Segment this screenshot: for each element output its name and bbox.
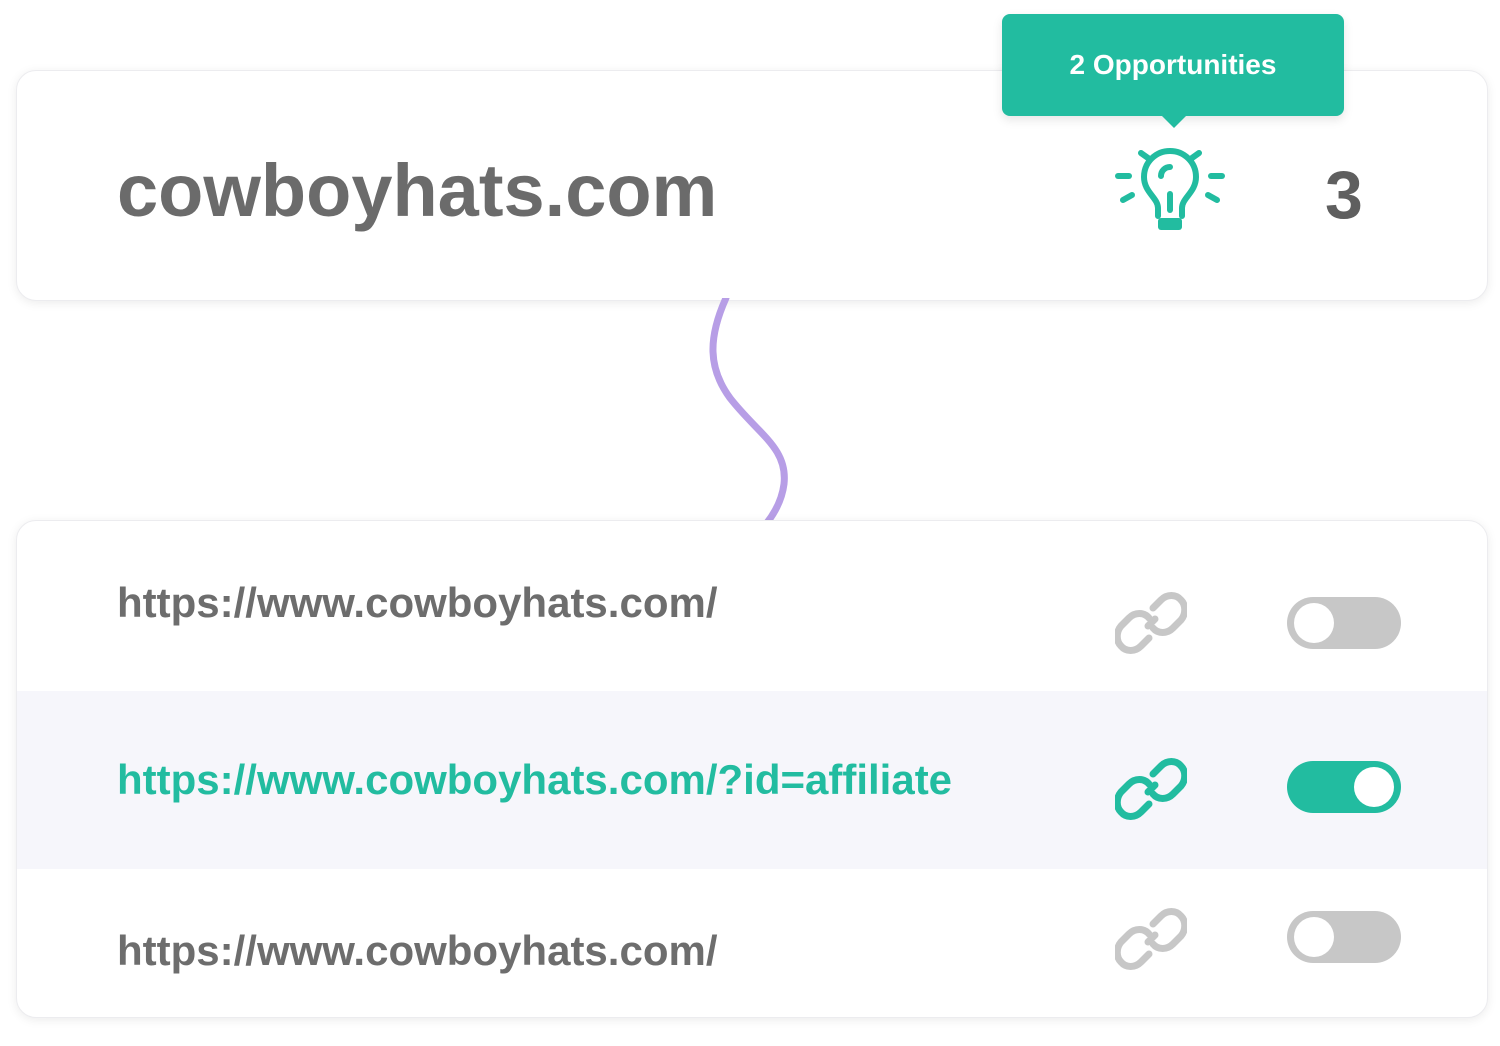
link-icon[interactable] <box>1115 903 1187 975</box>
url-list-card: https://www.cowboyhats.com/ https://www.… <box>16 520 1488 1018</box>
tooltip-arrow <box>1160 114 1188 128</box>
toggle-knob <box>1294 603 1334 643</box>
connector-line <box>709 298 788 524</box>
url-text[interactable]: https://www.cowboyhats.com/ <box>117 521 718 685</box>
url-row: https://www.cowboyhats.com/ <box>17 521 1487 685</box>
toggle-switch[interactable] <box>1287 761 1401 813</box>
link-icon[interactable] <box>1115 587 1187 659</box>
link-icon[interactable] <box>1115 753 1187 825</box>
url-row: https://www.cowboyhats.com/?id=affiliate <box>17 691 1487 869</box>
url-text[interactable]: https://www.cowboyhats.com/ <box>117 869 718 1017</box>
toggle-knob <box>1354 767 1394 807</box>
domain-title: cowboyhats.com <box>117 149 718 232</box>
url-text[interactable]: https://www.cowboyhats.com/?id=affiliate <box>117 691 952 869</box>
opportunities-tooltip: 2 Opportunities <box>1002 14 1344 116</box>
lightbulb-icon[interactable] <box>1115 146 1225 238</box>
opportunity-count: 3 <box>1325 157 1363 233</box>
toggle-switch[interactable] <box>1287 597 1401 649</box>
toggle-knob <box>1294 917 1334 957</box>
toggle-switch[interactable] <box>1287 911 1401 963</box>
url-row: https://www.cowboyhats.com/ <box>17 869 1487 1017</box>
